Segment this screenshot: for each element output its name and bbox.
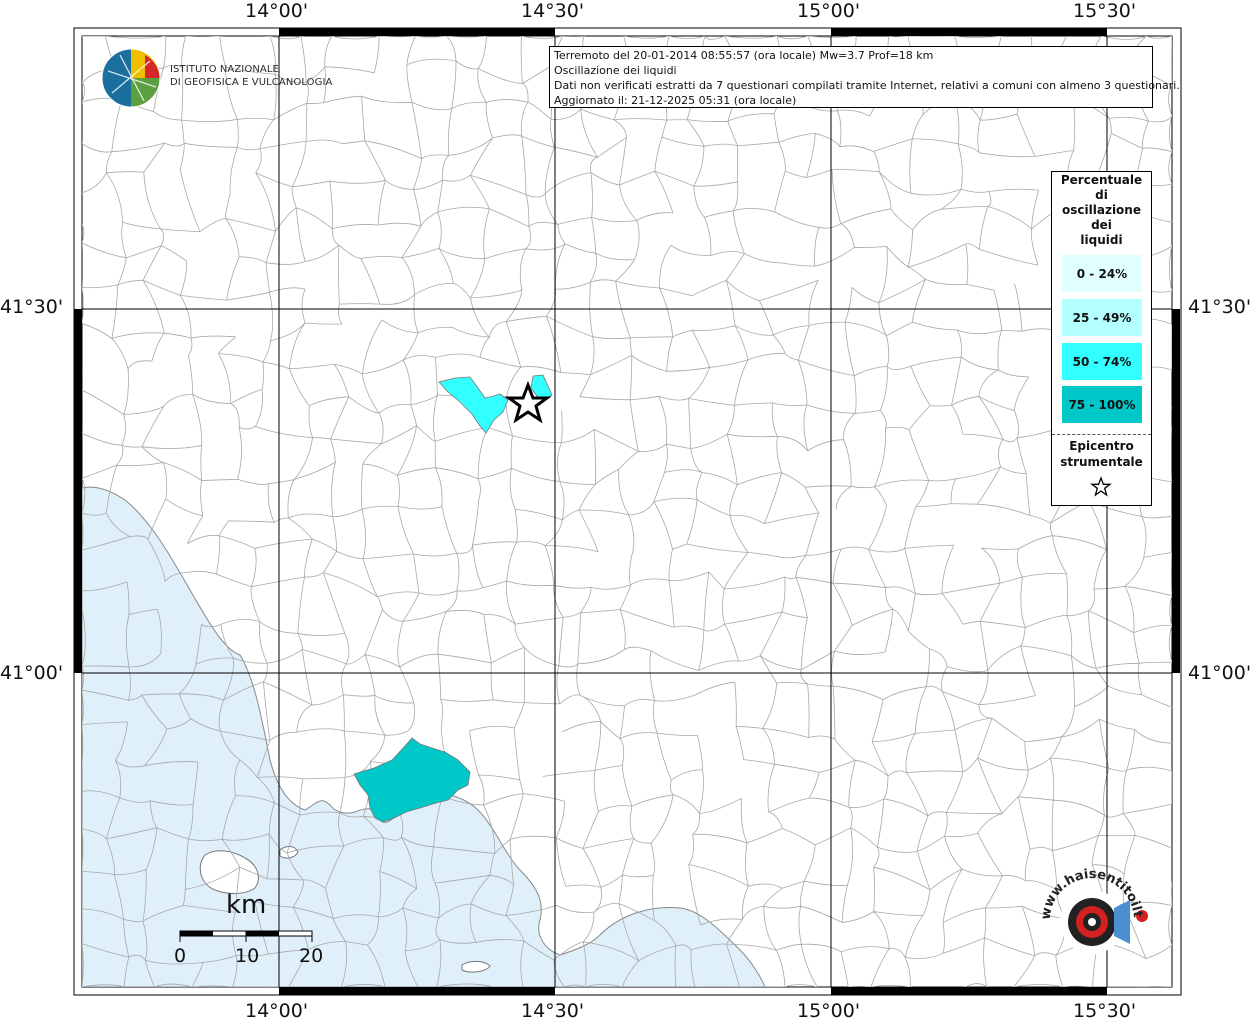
lat-label-right-2: 41°00': [1188, 662, 1252, 684]
event-title: Terremoto del 20-01-2014 08:55:57 (ora l…: [554, 49, 934, 62]
legend-epicenter-label: Epicentro strumentale: [1060, 439, 1143, 469]
legend-class-75-100: 75 - 100%: [1062, 386, 1142, 423]
lon-label-bottom-2: 14°30': [521, 1000, 585, 1022]
ingv-logo-icon: [101, 48, 161, 108]
haisentito-logo-icon: www.haisentitoilterremoto.it: [1030, 860, 1148, 954]
legend-star-icon: [1090, 476, 1112, 497]
lon-label-bottom-3: 15°00': [797, 1000, 861, 1022]
scale-unit-label: km: [226, 890, 267, 920]
lon-label-top-1: 14°00': [245, 0, 309, 22]
legend-divider: [1052, 434, 1151, 435]
scale-tick-10: 10: [235, 945, 260, 967]
lat-label-left-1: 41°30': [0, 296, 64, 318]
lon-label-top-2: 14°30': [521, 0, 585, 22]
legend-class-50-74: 50 - 74%: [1062, 343, 1142, 380]
lon-label-top-3: 15°00': [797, 0, 861, 22]
map-subject: Oscillazione dei liquidi: [554, 64, 677, 77]
ingv-logo-text: ISTITUTO NAZIONALE DI GEOFISICA E VULCAN…: [170, 64, 333, 88]
data-note: Dati non verificati estratti da 7 questi…: [554, 79, 1180, 92]
legend-title: Percentuale di oscillazione dei liquidi: [1060, 173, 1143, 247]
lon-label-bottom-1: 14°00': [245, 1000, 309, 1022]
lon-label-top-4: 15°30': [1073, 0, 1137, 22]
legend: Percentuale di oscillazione dei liquidi …: [1051, 171, 1152, 506]
lat-label-left-2: 41°00': [0, 662, 64, 684]
scale-tick-0: 0: [174, 945, 187, 967]
legend-class-0-24: 0 - 24%: [1062, 255, 1142, 292]
event-info-box: Terremoto del 20-01-2014 08:55:57 (ora l…: [549, 46, 1180, 108]
lat-label-right-1: 41°30': [1188, 296, 1252, 318]
lon-label-bottom-4: 15°30': [1073, 1000, 1137, 1022]
legend-class-25-49: 25 - 49%: [1062, 299, 1142, 336]
scale-tick-20: 20: [299, 945, 324, 967]
updated-timestamp: Aggiornato il: 21-12-2025 05:31 (ora loc…: [554, 94, 797, 107]
